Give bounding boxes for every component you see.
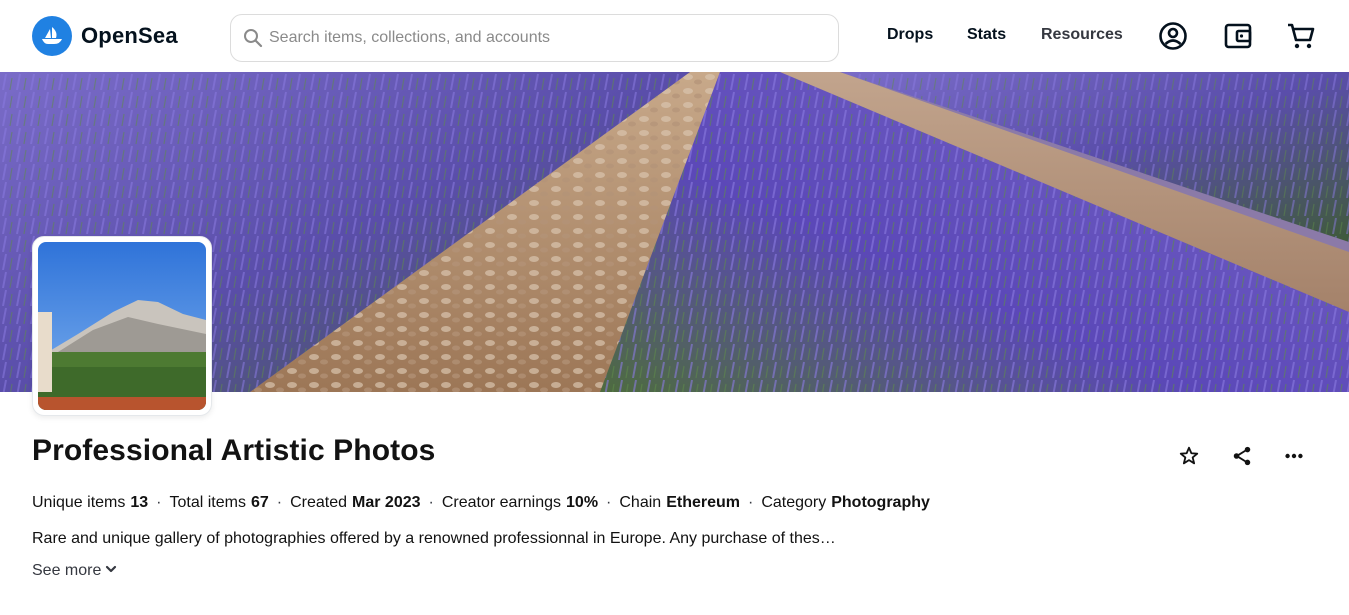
- search-input[interactable]: [269, 29, 809, 47]
- opensea-logo-text: OpenSea: [81, 23, 178, 48]
- stat-created: Created Mar 2023: [290, 494, 421, 511]
- separator-dot: ·: [156, 494, 162, 511]
- stat-chain: Chain Ethereum: [619, 494, 740, 511]
- stat-unique-items: Unique items 13: [32, 494, 149, 511]
- opensea-logo-icon: [32, 16, 72, 56]
- search-bar[interactable]: [230, 14, 839, 62]
- more-options-icon[interactable]: [1281, 443, 1307, 469]
- separator-dot: ·: [428, 494, 434, 511]
- chevron-down-icon: [105, 562, 117, 580]
- separator-dot: ·: [606, 494, 612, 511]
- separator-dot: ·: [747, 494, 754, 511]
- share-icon[interactable]: [1229, 443, 1255, 469]
- cart-icon[interactable]: [1285, 20, 1317, 52]
- nav-drops[interactable]: Drops: [887, 26, 933, 44]
- star-icon[interactable]: [1176, 443, 1202, 469]
- nav-resources[interactable]: Resources: [1041, 26, 1123, 44]
- wallet-icon[interactable]: [1222, 20, 1254, 52]
- top-navbar: OpenSea Drops Stats Resources: [0, 0, 1349, 72]
- collection-description: Rare and unique gallery of photographies…: [32, 530, 836, 547]
- collection-stats: Unique items 13 · Total items 67 · Creat…: [32, 494, 930, 512]
- stat-category: Category Photography: [761, 494, 930, 511]
- stat-creator-earnings: Creator earnings 10%: [441, 494, 599, 511]
- opensea-logo-link[interactable]: OpenSea: [32, 16, 178, 56]
- see-more-button[interactable]: See more: [32, 562, 117, 580]
- nav-stats[interactable]: Stats: [967, 26, 1006, 44]
- stat-total-items: Total items 67: [169, 494, 269, 511]
- collection-title: Professional Artistic Photos: [32, 434, 436, 467]
- separator-dot: ·: [276, 494, 283, 511]
- see-more-label: See more: [32, 562, 102, 579]
- collection-avatar: [32, 236, 212, 416]
- account-icon[interactable]: [1157, 20, 1189, 52]
- search-icon: [241, 26, 265, 50]
